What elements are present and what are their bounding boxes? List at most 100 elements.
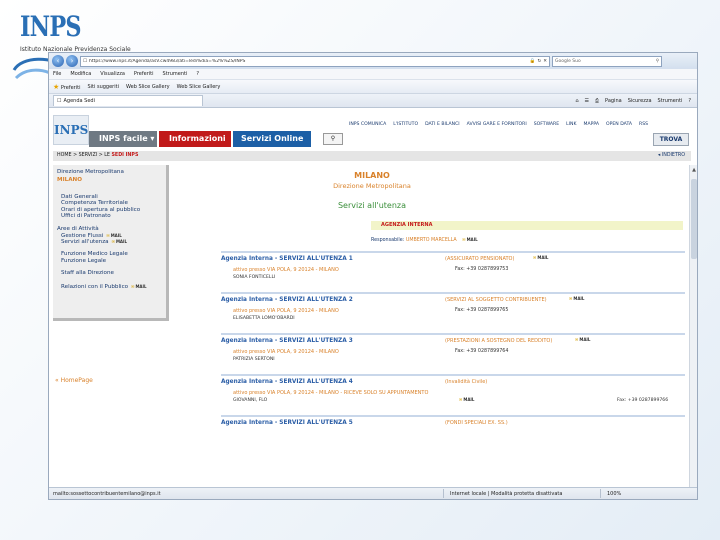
scroll-up-icon[interactable]: ▲: [690, 167, 697, 173]
responsabile: Responsabile: UMBERTO MARCELLA MAIL: [371, 237, 478, 243]
tab-servizi-online[interactable]: Servizi Online: [233, 131, 311, 147]
tab-informazioni[interactable]: Informazioni: [159, 131, 231, 147]
list-item: Agenzia Interna - SERVIZI ALL'UTENZA 4 (…: [221, 374, 685, 415]
entry-title[interactable]: Agenzia Interna - SERVIZI ALL'UTENZA 3: [221, 338, 353, 344]
entry-title[interactable]: Agenzia Interna - SERVIZI ALL'UTENZA 5: [221, 420, 353, 426]
feeds-icon[interactable]: ☰: [585, 98, 589, 104]
tool-sicurezza[interactable]: Sicurezza: [628, 98, 652, 104]
back-link[interactable]: ◂ INDIETRO: [658, 151, 685, 161]
forward-icon[interactable]: ›: [66, 55, 78, 67]
tab-bar: ☐ Agenda Sedi ⌂ ☰ ⎙ Pagina Sicurezza Str…: [49, 94, 697, 108]
main-content: MILANO Direzione Metropolitana Servizi a…: [221, 167, 685, 487]
mail-icon[interactable]: MAIL: [131, 284, 146, 289]
entry-fax: Fax: +39 0287899765: [455, 308, 509, 313]
menu-strumenti[interactable]: Strumenti: [163, 71, 188, 77]
address-row: ‹ › ☐ https://www.inps.it/Agenda/asV.cw4…: [49, 53, 697, 69]
tab-title: Agenda Sedi: [63, 98, 95, 104]
resp-label: Responsabile:: [371, 238, 405, 243]
tab-page-icon: ☐: [57, 98, 62, 104]
entry-title[interactable]: Agenzia Interna - SERVIZI ALL'UTENZA 4: [221, 379, 353, 385]
home-icon[interactable]: ⌂: [575, 98, 578, 104]
mail-icon[interactable]: MAIL: [106, 233, 121, 238]
entry-person: PATRIZIA SERTONI: [233, 357, 275, 362]
sidebar-areas-label: Aree di Attività: [57, 225, 99, 232]
sidebar-staff[interactable]: Staff alla Direzione: [61, 270, 162, 277]
entry-fax: Fax: +39 0287899766: [617, 398, 669, 403]
browser-search-input[interactable]: Google Suo ⚲: [552, 55, 662, 67]
top-link-mappa[interactable]: MAPPA: [584, 122, 600, 127]
lock-icon[interactable]: 🔒: [530, 59, 536, 64]
entry-desc: (FONDI SPECIALI EX. SS.): [445, 420, 508, 426]
agenzia-interna-bar: AGENZIA INTERNA: [371, 221, 683, 230]
top-links: INPS COMUNICA L'ISTITUTO DATI E BILANCI …: [349, 119, 691, 130]
zoom-level[interactable]: 100%: [607, 491, 621, 497]
back-label: INDIETRO: [661, 153, 685, 158]
menu-modifica[interactable]: Modifica: [70, 71, 91, 77]
entry-address: attivo presso VIA POLA, 9 20124 - MILANO: [233, 349, 339, 355]
fav-item-webslice-2[interactable]: Web Slice Gallery: [177, 84, 221, 90]
sidebar-area-servizi[interactable]: Servizi all'utenzaMAIL: [61, 239, 162, 245]
favorites-button[interactable]: ★ Preferiti: [53, 83, 80, 91]
page-scrollbar[interactable]: ▲: [689, 165, 697, 487]
mail-icon[interactable]: MAIL: [112, 239, 127, 244]
print-icon[interactable]: ⎙: [595, 98, 599, 104]
status-separator: [600, 489, 601, 498]
refresh-icon[interactable]: ↻: [537, 59, 541, 64]
sidebar-funzione-legale[interactable]: Funzione Legale: [61, 258, 162, 264]
top-link-link[interactable]: LINK: [566, 122, 576, 127]
tool-strumenti[interactable]: Strumenti: [658, 98, 683, 104]
favorites-bar: ★ Preferiti Siti suggeriti Web Slice Gal…: [49, 80, 697, 94]
web-page: INPS INPS COMUNICA L'ISTITUTO DATI E BIL…: [49, 109, 697, 487]
entry-desc: (PRESTAZIONI A SOSTEGNO DEL REDDITO): [445, 338, 553, 344]
tab-inps-facile-label: INPS facile: [99, 134, 148, 143]
breadcrumb: HOME > SERVIZI > LE SEDI INPS ◂ INDIETRO: [53, 151, 691, 161]
fav-item-webslice-1[interactable]: Web Slice Gallery: [126, 84, 170, 90]
scroll-thumb[interactable]: [691, 179, 697, 259]
entry-desc: (ASSICURATO PENSIONATO): [445, 256, 515, 262]
top-link-istituto[interactable]: L'ISTITUTO: [393, 122, 418, 127]
menu-visualizza[interactable]: Visualizza: [100, 71, 125, 77]
entry-address: attivo presso VIA POLA, 9 20124 - MILANO: [233, 267, 339, 273]
top-link-comunica[interactable]: INPS COMUNICA: [349, 122, 386, 127]
menu-help[interactable]: ?: [196, 71, 199, 77]
site-header: INPS INPS COMUNICA L'ISTITUTO DATI E BIL…: [53, 115, 689, 147]
mail-icon[interactable]: MAIL: [459, 397, 474, 402]
sidebar-relazioni[interactable]: Relazioni con il PubblicoMAIL: [61, 283, 162, 291]
site-search-icon[interactable]: ⚲: [323, 133, 343, 145]
status-zone: Internet locale | Modalità protetta disa…: [450, 490, 563, 497]
top-link-rss[interactable]: RSS: [639, 122, 648, 127]
entry-title[interactable]: Agenzia Interna - SERVIZI ALL'UTENZA 2: [221, 297, 353, 303]
menu-preferiti[interactable]: Preferiti: [134, 71, 154, 77]
entry-person: SONIA FONTICELLI: [233, 275, 276, 280]
help-icon[interactable]: ?: [688, 98, 691, 104]
menu-file[interactable]: File: [53, 71, 61, 77]
sidebar-link-patronato[interactable]: Uffici di Patronato: [61, 213, 162, 219]
mail-icon[interactable]: MAIL: [533, 255, 548, 260]
tool-pagina[interactable]: Pagina: [605, 98, 622, 104]
entry-title[interactable]: Agenzia Interna - SERVIZI ALL'UTENZA 1: [221, 256, 353, 262]
top-link-opendata[interactable]: OPEN DATA: [606, 122, 632, 127]
sidebar-city: MILANO: [57, 177, 82, 183]
main-city: MILANO: [354, 171, 390, 180]
entry-desc: (SERVIZI AL SOGGETTO CONTRIBUENTE): [445, 297, 547, 303]
top-link-gare[interactable]: AVVISI GARE E FORNITORI: [467, 122, 527, 127]
search-icon[interactable]: ⚲: [656, 59, 659, 64]
address-bar[interactable]: ☐ https://www.inps.it/Agenda/asV.cw4983/…: [80, 55, 550, 67]
tab-agenda-sedi[interactable]: ☐ Agenda Sedi: [53, 95, 203, 106]
sidebar-direction: Direzione Metropolitana: [57, 169, 124, 175]
top-link-dati[interactable]: DATI E BILANCI: [425, 122, 460, 127]
mail-icon[interactable]: MAIL: [462, 237, 478, 242]
back-icon[interactable]: ‹: [52, 55, 64, 67]
page-icon: ☐: [83, 58, 88, 64]
breadcrumb-path[interactable]: HOME > SERVIZI > LE: [57, 153, 111, 158]
stop-icon[interactable]: ✕: [543, 59, 547, 64]
mail-icon[interactable]: MAIL: [569, 296, 584, 301]
search-placeholder: Google Suo: [555, 58, 581, 64]
homepage-link[interactable]: « HomePage: [55, 377, 93, 384]
fav-item-suggested[interactable]: Siti suggeriti: [87, 84, 119, 90]
trova-button[interactable]: TROVA: [653, 133, 689, 146]
top-link-software[interactable]: SOFTWARE: [534, 122, 559, 127]
mail-icon[interactable]: MAIL: [575, 337, 590, 342]
tab-inps-facile[interactable]: INPS facile ▾: [89, 131, 157, 147]
inps-site-logo[interactable]: INPS: [53, 115, 89, 145]
